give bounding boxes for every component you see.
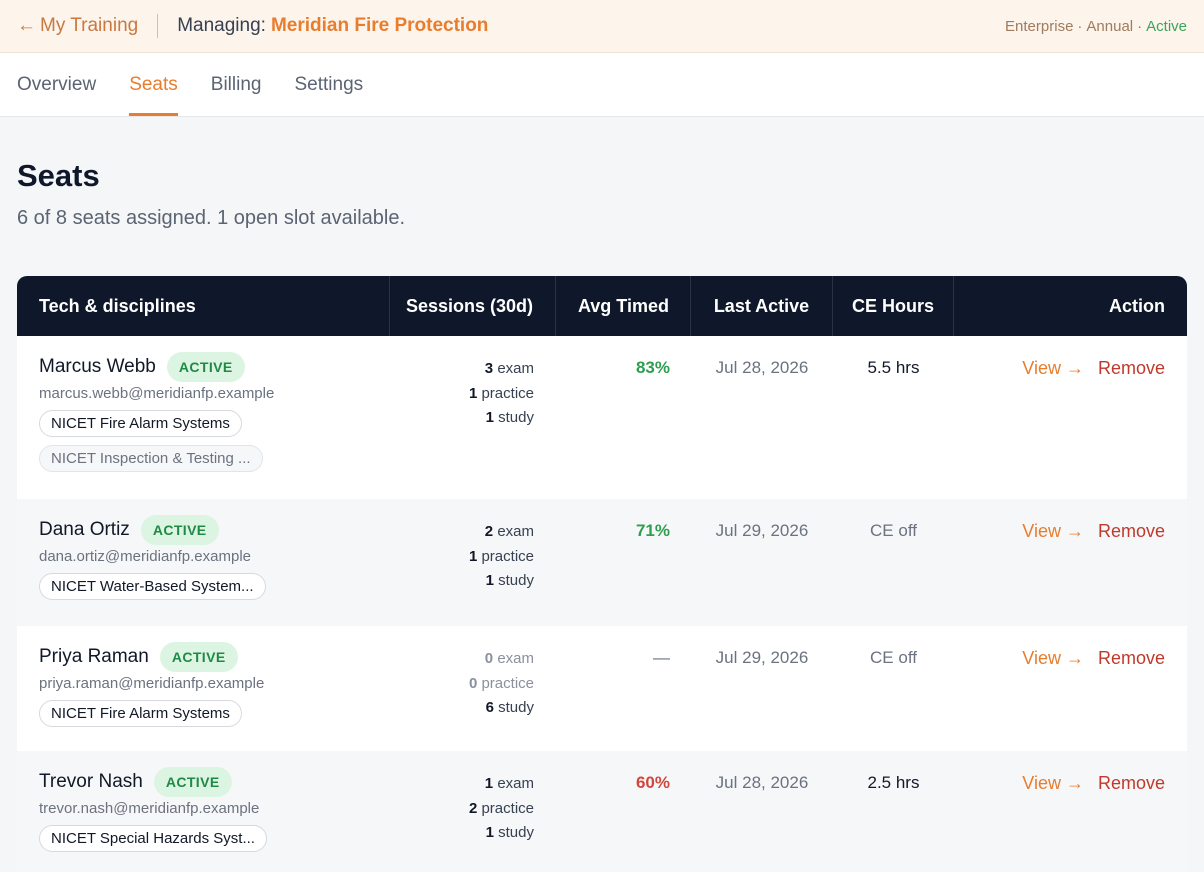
plan-tier: Enterprise (1005, 17, 1074, 35)
avg-timed-value: 60% (635, 773, 670, 792)
col-action: Action (1109, 295, 1165, 316)
col-avg-timed: Avg Timed (556, 276, 691, 336)
tech-name: Priya Raman (39, 646, 149, 667)
status-badge: ACTIVE (153, 767, 232, 797)
table-header: Tech & disciplines Sessions (30d) Avg Ti… (17, 276, 1187, 336)
tech-email: marcus.webb@meridianfp.example (39, 385, 275, 402)
status-badge: ACTIVE (159, 642, 238, 672)
tech-email: trevor.nash@meridianfp.example (39, 800, 260, 817)
status-badge: ACTIVE (140, 515, 219, 545)
managing-label: Managing: Meridian Fire Protection (177, 15, 488, 37)
avg-timed-value: — (653, 648, 670, 667)
plan-info: Enterprise · Annual · Active (1005, 17, 1187, 35)
view-button[interactable]: View → (1022, 521, 1084, 541)
tab-billing[interactable]: Billing (211, 53, 262, 116)
discipline-chip: NICET Special Hazards Syst... (39, 825, 267, 852)
col-sessions: Sessions (30d) (390, 276, 556, 336)
tech-cell: Marcus Webb ACTIVE marcus.webb@meridianf… (17, 352, 390, 499)
ce-hours-value: 5.5 hrs (867, 358, 920, 377)
ce-hours-value: CE off (870, 521, 917, 540)
plan-billing: Annual (1086, 17, 1134, 35)
tech-cell: Trevor Nash ACTIVE trevor.nash@meridianf… (17, 767, 390, 872)
remove-button[interactable]: Remove (1098, 648, 1165, 668)
remove-button[interactable]: Remove (1098, 773, 1165, 793)
seats-summary: 6 of 8 seats assigned. 1 open slot avail… (17, 207, 406, 229)
remove-button[interactable]: Remove (1098, 358, 1165, 378)
discipline-chip: NICET Water-Based System... (39, 573, 266, 600)
status-badge: ACTIVE (166, 352, 245, 382)
action-cell: View → Remove (954, 515, 1187, 626)
table-row: Trevor Nash ACTIVE trevor.nash@meridianf… (17, 751, 1187, 872)
seats-table: Tech & disciplines Sessions (30d) Avg Ti… (17, 276, 1187, 872)
sessions-cell: 0 exam 0 practice 6 study (468, 650, 534, 716)
tech-name: Dana Ortiz (39, 519, 130, 540)
main-content: Seats 6 of 8 seats assigned. 1 open slot… (0, 158, 1204, 872)
ce-hours-value: 2.5 hrs (867, 773, 920, 792)
view-button[interactable]: View → (1022, 648, 1084, 668)
avg-timed-value: 71% (635, 521, 670, 540)
back-link-label: My Training (40, 15, 139, 36)
back-to-my-training-link[interactable]: ← My Training (17, 15, 138, 37)
last-active-value: Jul 28, 2026 (715, 358, 809, 377)
table-row: Priya Raman ACTIVE priya.raman@meridianf… (17, 626, 1187, 751)
discipline-chip: NICET Fire Alarm Systems (39, 700, 242, 727)
last-active-value: Jul 29, 2026 (715, 521, 809, 540)
tab-overview[interactable]: Overview (17, 53, 96, 116)
tab-seats[interactable]: Seats (129, 53, 178, 116)
action-cell: View → Remove (954, 352, 1187, 499)
table-row: Dana Ortiz ACTIVE dana.ortiz@meridianfp.… (17, 499, 1187, 626)
col-tech: Tech & disciplines (17, 276, 390, 336)
page-title: Seats (17, 158, 100, 193)
remove-button[interactable]: Remove (1098, 521, 1165, 541)
col-ce-hours: CE Hours (833, 276, 954, 336)
divider (157, 14, 159, 38)
avg-timed-value: 83% (635, 358, 670, 377)
tech-cell: Dana Ortiz ACTIVE dana.ortiz@meridianfp.… (17, 515, 390, 626)
sessions-cell: 1 exam 2 practice 1 study (468, 775, 534, 841)
discipline-chip: NICET Fire Alarm Systems (39, 410, 242, 437)
tech-cell: Priya Raman ACTIVE priya.raman@meridianf… (17, 642, 390, 751)
back-arrow-icon: ← (17, 15, 36, 36)
tech-email: priya.raman@meridianfp.example (39, 675, 265, 692)
view-button[interactable]: View → (1022, 773, 1084, 793)
plan-status: Active (1146, 17, 1187, 35)
last-active-value: Jul 28, 2026 (715, 773, 809, 792)
action-cell: View → Remove (954, 642, 1187, 751)
sessions-cell: 2 exam 1 practice 1 study (468, 523, 534, 589)
top-bar: ← My Training Managing: Meridian Fire Prot… (0, 0, 1204, 53)
ce-hours-value: CE off (870, 648, 917, 667)
sessions-cell: 3 exam 1 practice 1 study (468, 360, 534, 426)
discipline-chip: NICET Inspection & Testing ... (39, 445, 263, 472)
tab-settings[interactable]: Settings (294, 53, 363, 116)
tab-bar: Overview Seats Billing Settings (0, 53, 1204, 117)
tech-name: Trevor Nash (39, 771, 143, 792)
col-last-active: Last Active (691, 276, 833, 336)
tech-name: Marcus Webb (39, 356, 156, 377)
action-cell: View → Remove (954, 767, 1187, 872)
last-active-value: Jul 29, 2026 (715, 648, 809, 667)
managing-prefix: Managing: (177, 15, 266, 36)
table-row: Marcus Webb ACTIVE marcus.webb@meridianf… (17, 336, 1187, 499)
view-button[interactable]: View → (1022, 358, 1084, 378)
org-name: Meridian Fire Protection (270, 15, 489, 36)
tech-email: dana.ortiz@meridianfp.example (39, 548, 251, 565)
